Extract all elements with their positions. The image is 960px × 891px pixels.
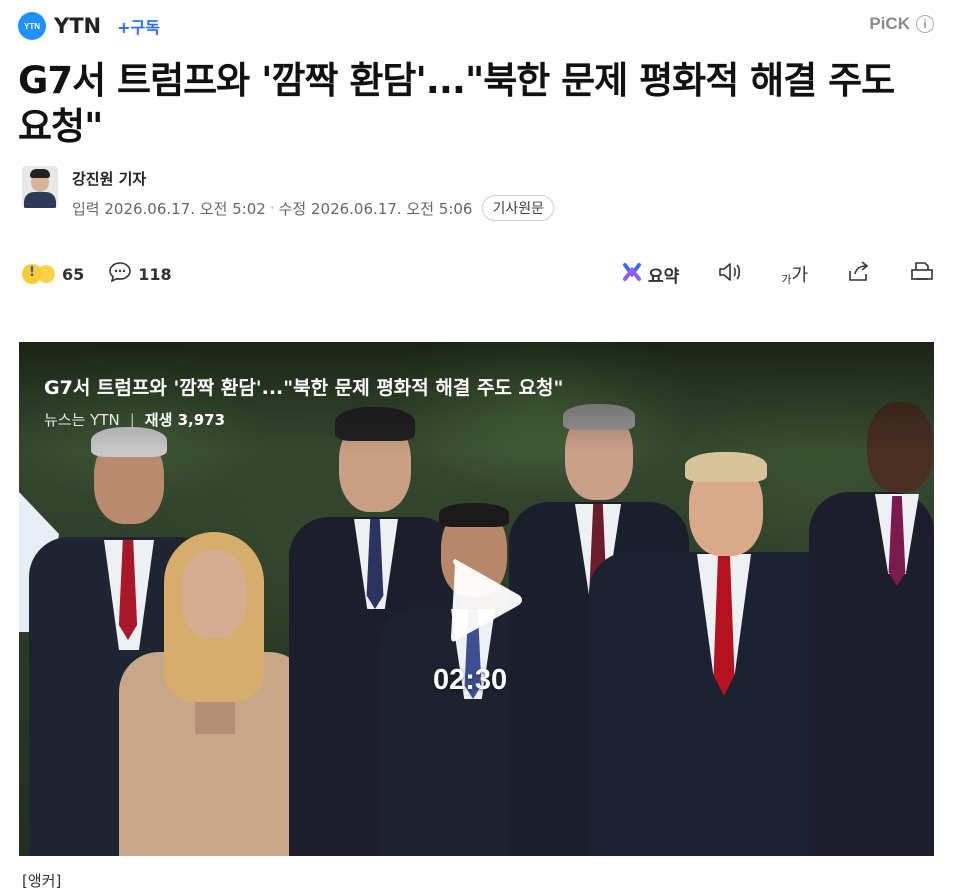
font-size-icon: 가 가 xyxy=(781,261,808,287)
pick-badge[interactable]: PiCK i xyxy=(869,14,934,34)
date-separator: · xyxy=(269,199,275,217)
reaction-emoji-icon xyxy=(22,264,56,284)
article-toolbar: 65 118 요약 가 가 xyxy=(22,258,934,290)
font-size-small-label: 가 xyxy=(781,273,792,286)
audio-button[interactable] xyxy=(717,259,743,289)
summary-label: 요약 xyxy=(648,266,680,287)
comment-button[interactable]: 118 xyxy=(108,261,172,287)
author-name[interactable]: 강진원 기자 xyxy=(72,168,554,189)
summary-icon xyxy=(622,262,642,287)
reaction-count: 65 xyxy=(62,264,85,284)
share-icon xyxy=(846,260,872,288)
video-player[interactable]: G7서 트럼프와 '깜짝 환담'..."북한 문제 평화적 해결 주도 요청" … xyxy=(19,342,934,856)
audio-icon xyxy=(717,261,743,288)
thumbnail-person xyxy=(109,532,319,856)
font-size-button[interactable]: 가 가 xyxy=(781,259,808,289)
play-button[interactable] xyxy=(429,552,539,652)
info-icon[interactable]: i xyxy=(916,15,934,33)
updated-date: 수정 2026.06.17. 오전 5:06 xyxy=(278,199,473,218)
print-icon xyxy=(910,261,934,288)
author-block: 강진원 기자 입력 2026.06.17. 오전 5:02 · 수정 2026.… xyxy=(22,166,554,221)
play-icon xyxy=(441,555,527,649)
summary-button[interactable]: 요약 xyxy=(622,259,679,289)
published-date: 입력 2026.06.17. 오전 5:02 xyxy=(72,199,266,218)
print-button[interactable] xyxy=(910,259,934,289)
thumbnail-person xyxy=(809,402,934,856)
meta-separator: | xyxy=(129,410,135,429)
subscribe-button[interactable]: +구독 xyxy=(117,14,160,38)
pick-label: PiCK xyxy=(869,14,910,33)
press-logo[interactable]: YTN xyxy=(18,12,46,40)
video-views: 재생 3,973 xyxy=(144,411,226,429)
video-meta: 뉴스는 YTN | 재생 3,973 xyxy=(44,409,225,430)
video-title: G7서 트럼프와 '깜짝 환담'..."북한 문제 평화적 해결 주도 요청" xyxy=(44,377,564,399)
article-title: G7서 트럼프와 '깜짝 환담'..."북한 문제 평화적 해결 주도 요청" xyxy=(18,59,895,148)
reaction-button[interactable]: 65 xyxy=(22,264,84,284)
share-button[interactable] xyxy=(846,259,872,289)
comment-icon xyxy=(108,261,132,287)
video-channel[interactable]: 뉴스는 YTN xyxy=(44,409,120,430)
video-duration: 02:30 xyxy=(433,664,508,696)
font-size-large-label: 가 xyxy=(791,265,808,286)
article-body-start: [앵커] xyxy=(22,872,62,890)
original-article-button[interactable]: 기사원문 xyxy=(482,195,554,221)
avatar[interactable] xyxy=(22,166,58,208)
comment-count: 118 xyxy=(138,264,172,284)
press-name[interactable]: YTN xyxy=(54,14,101,38)
press-header: YTN YTN +구독 PiCK i xyxy=(18,10,942,42)
